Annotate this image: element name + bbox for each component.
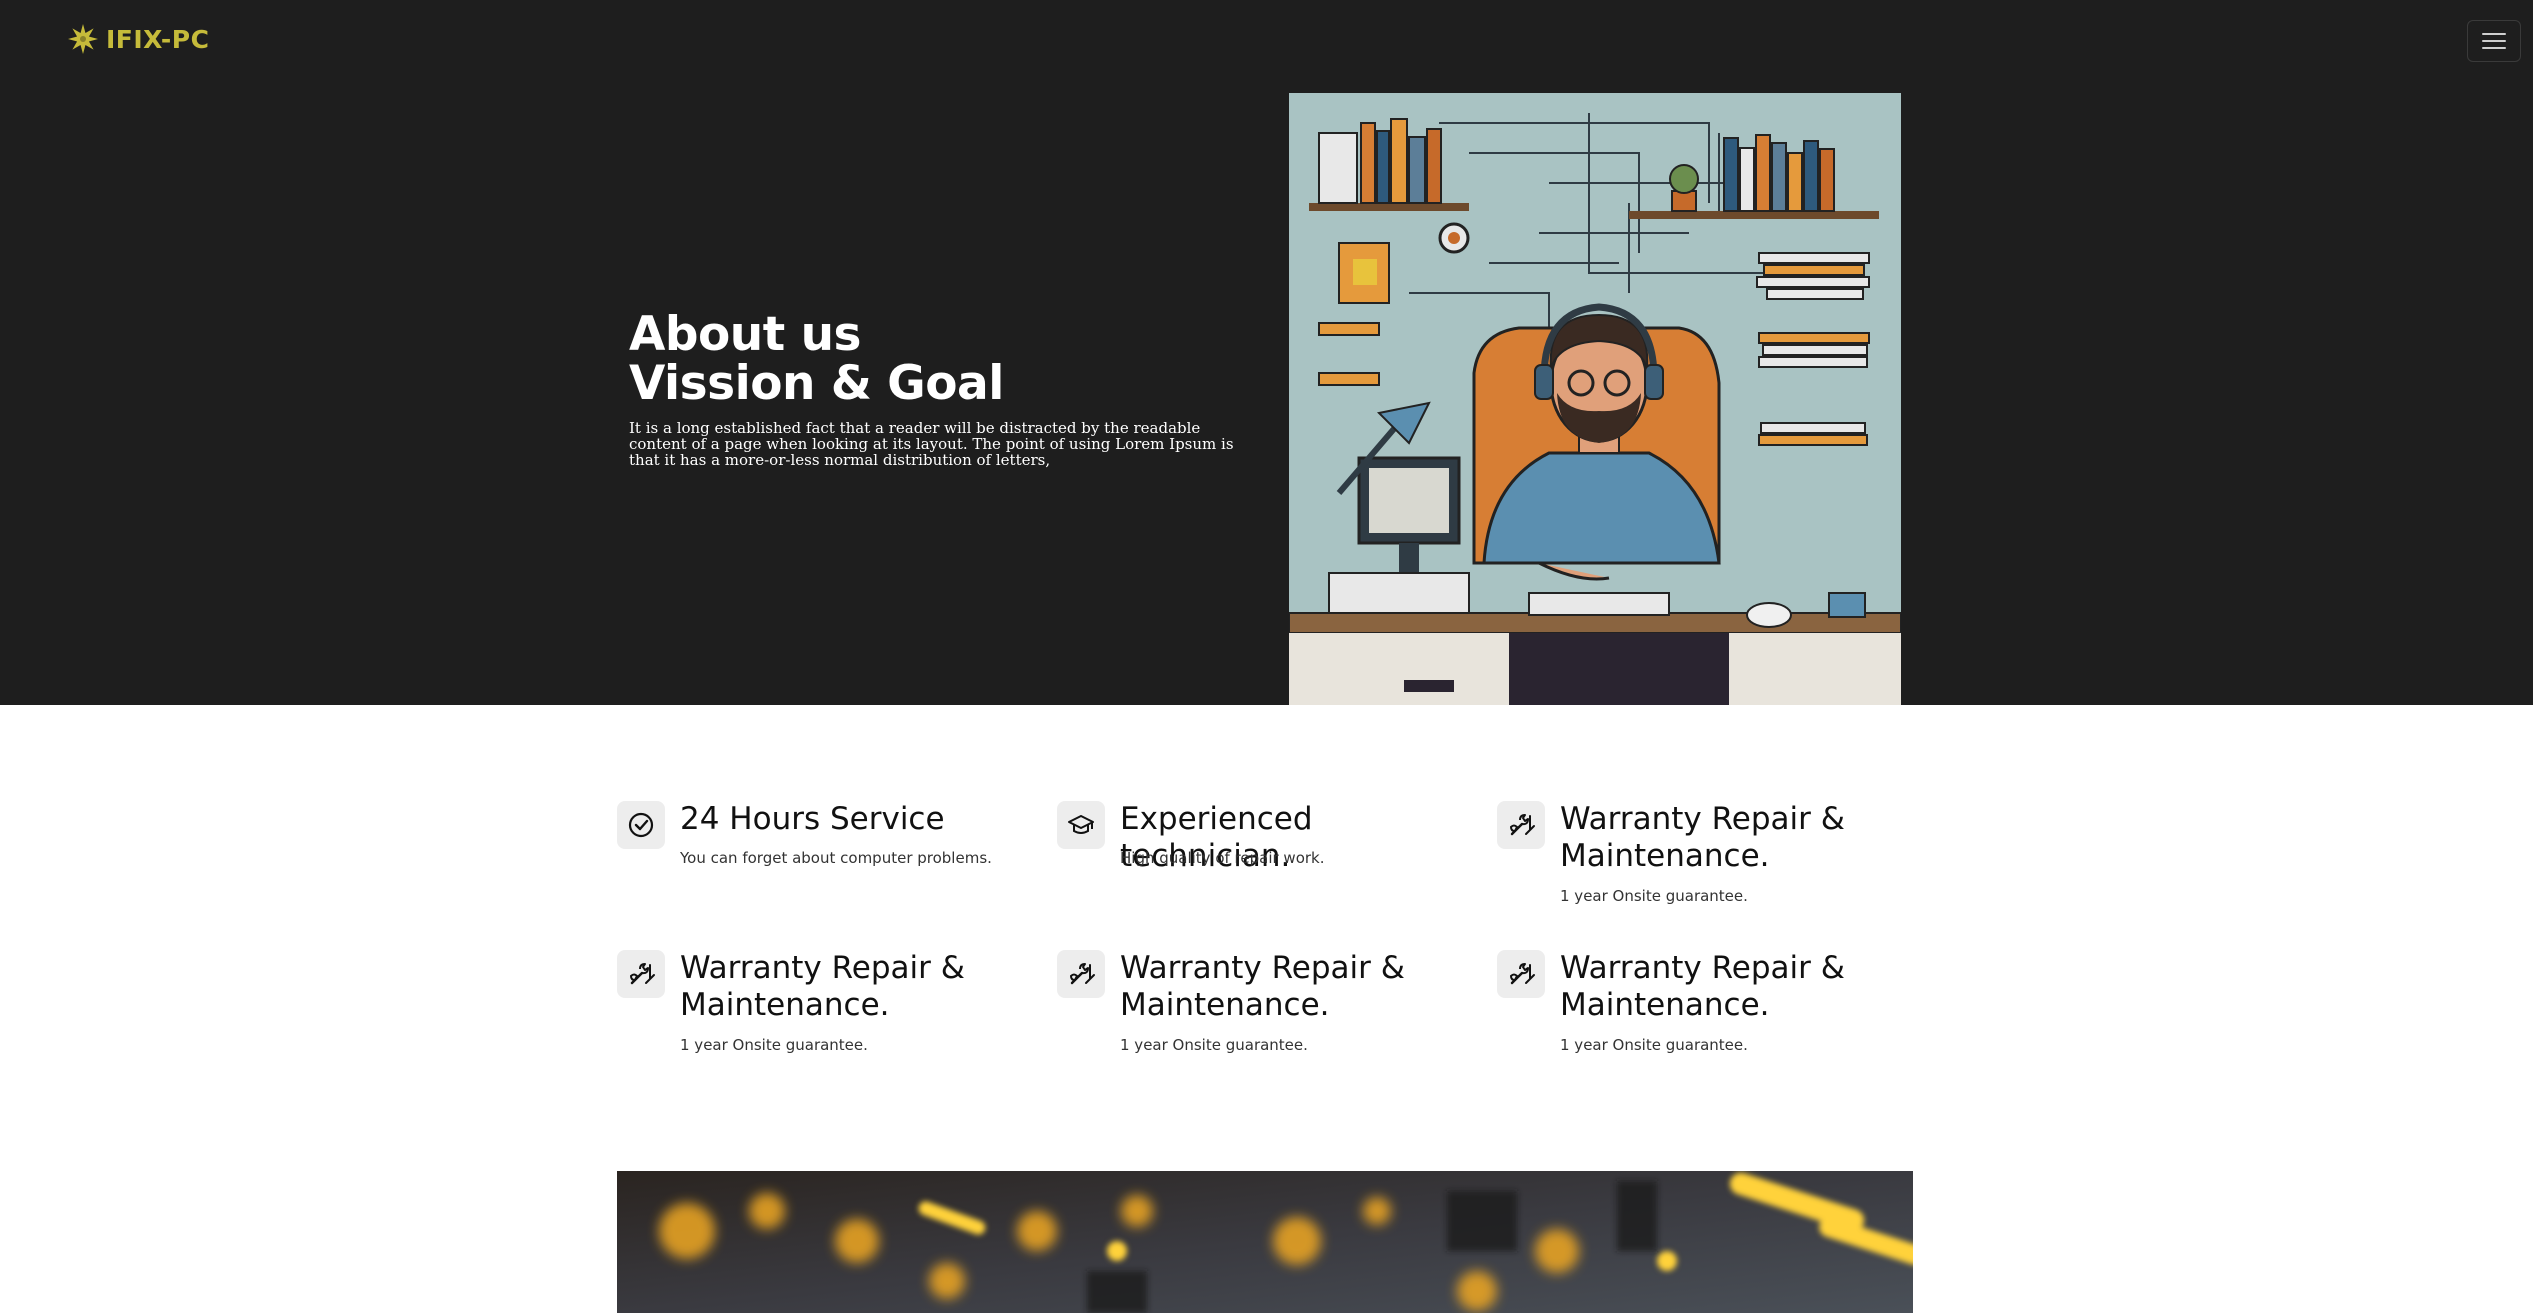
feature-description: You can forget about computer problems.: [680, 849, 992, 867]
hero-section: IFIX-PC About us Vission & Goal It is a …: [0, 0, 2533, 705]
hero-title: About us Vission & Goal: [629, 310, 1249, 408]
feature-title: 24 Hours Service: [680, 801, 945, 837]
technician-at-desk-illustration: [1289, 93, 1901, 705]
tools-icon: [1057, 950, 1105, 998]
check-circle-icon: [617, 801, 665, 849]
brand-name: IFIX-PC: [106, 24, 210, 54]
feature-description: High quality of repair work.: [1120, 849, 1325, 867]
tools-icon: [1497, 801, 1545, 849]
feature-title: Warranty Repair & Maintenance.: [1120, 950, 1405, 1023]
tools-icon: [1497, 950, 1545, 998]
circuit-board-bokeh-image: [617, 1171, 1913, 1313]
hero-title-line-1: About us: [629, 307, 862, 362]
brand-link[interactable]: IFIX-PC: [66, 22, 209, 56]
hero-title-line-2: Vission & Goal: [629, 356, 1004, 411]
hero-text-block: About us Vission & Goal It is a long est…: [629, 310, 1249, 468]
feature-description: 1 year Onsite guarantee.: [1560, 887, 1748, 905]
feature-description: 1 year Onsite guarantee.: [1560, 1036, 1748, 1054]
tools-icon: [617, 950, 665, 998]
banner-svg: [617, 1171, 1913, 1313]
feature-title: Warranty Repair & Maintenance.: [1560, 801, 1845, 874]
hamburger-line: [2482, 47, 2506, 49]
feature-description: 1 year Onsite guarantee.: [1120, 1036, 1308, 1054]
illustration-svg: [1289, 93, 1901, 705]
feature-title: Warranty Repair & Maintenance.: [1560, 950, 1845, 1023]
hero-description: It is a long established fact that a rea…: [629, 419, 1234, 469]
sunburst-logo-icon: [68, 24, 98, 54]
feature-title: Warranty Repair & Maintenance.: [680, 950, 965, 1023]
hamburger-menu-icon: [2482, 33, 2506, 35]
feature-description: 1 year Onsite guarantee.: [680, 1036, 868, 1054]
navbar: IFIX-PC: [0, 0, 2533, 80]
nav-toggle-button[interactable]: [2467, 20, 2521, 62]
hamburger-line: [2482, 40, 2506, 42]
graduation-cap-icon: [1057, 801, 1105, 849]
